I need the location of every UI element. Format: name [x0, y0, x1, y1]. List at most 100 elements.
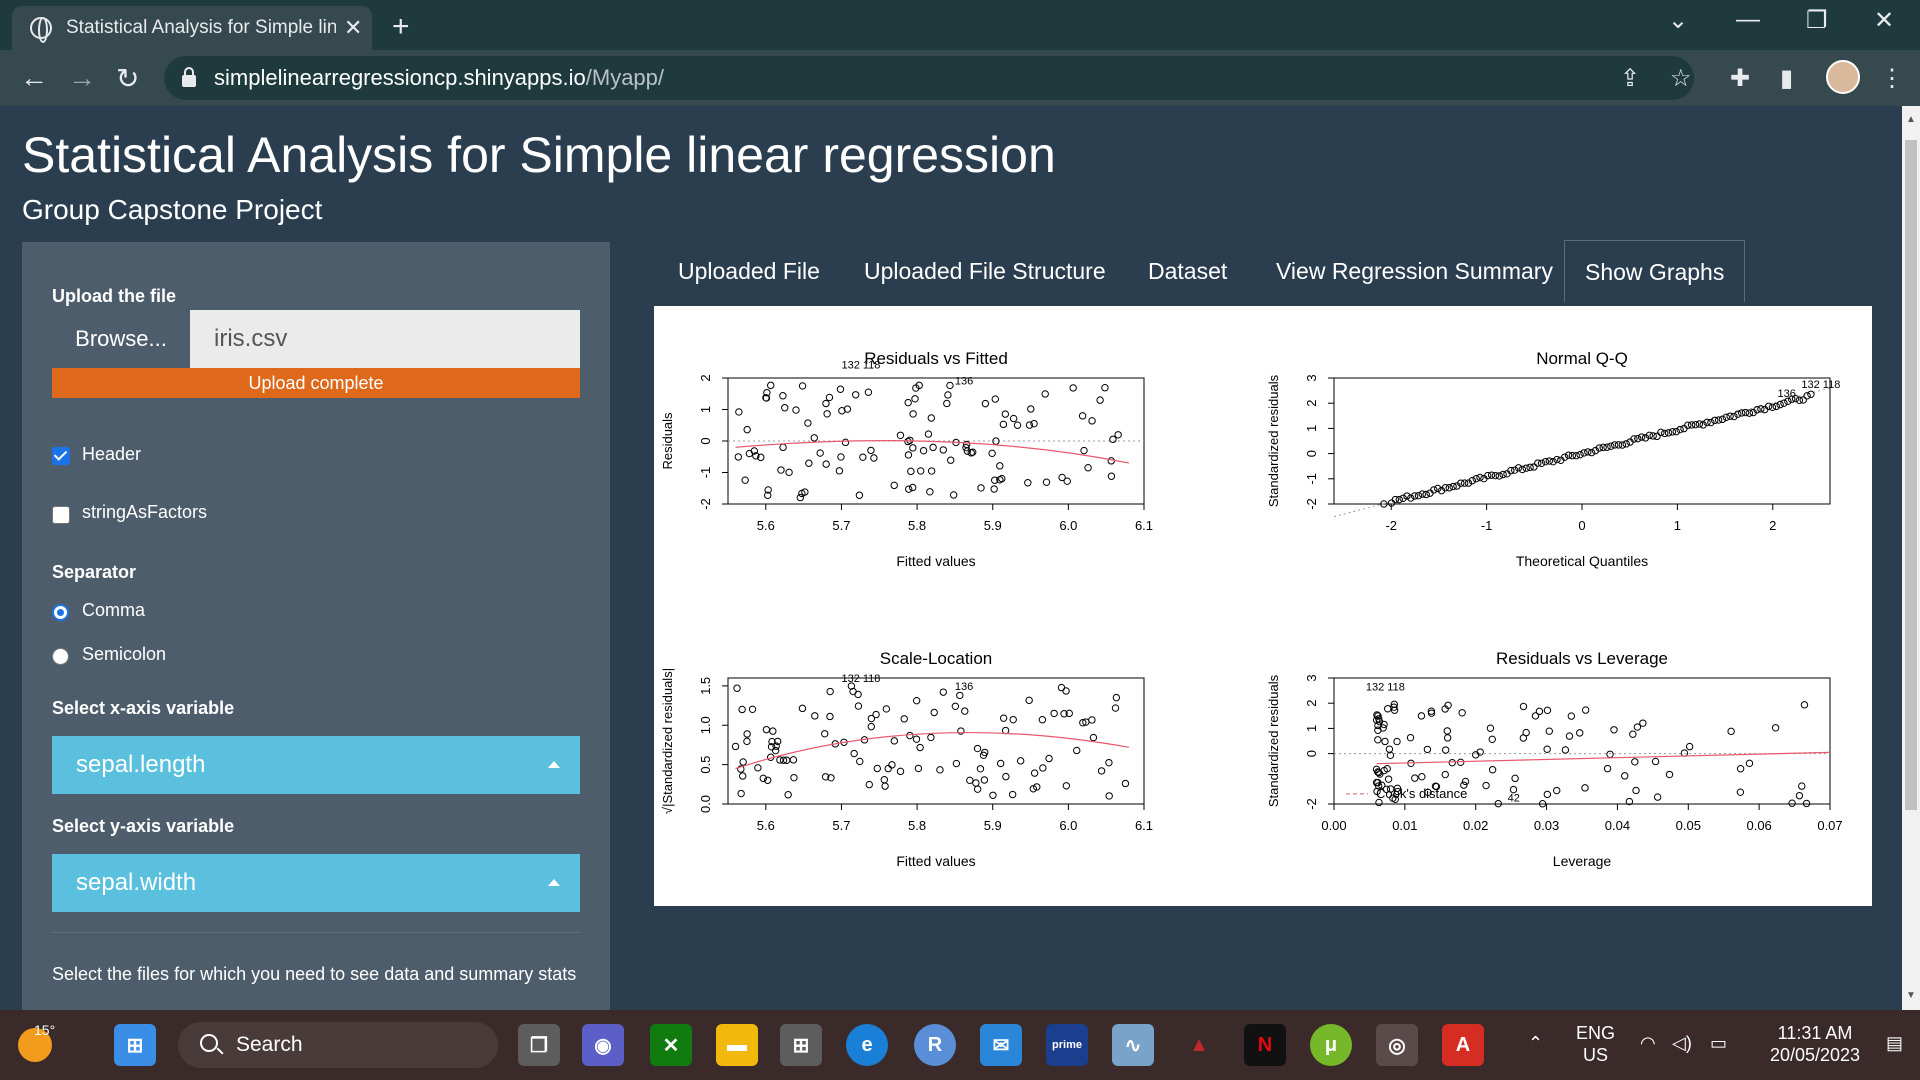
reload-button[interactable]: ↻ — [116, 62, 139, 95]
menu-kebab-icon[interactable]: ⋮ — [1880, 64, 1904, 93]
x-tick-label: -2 — [1385, 518, 1397, 533]
strings-as-factors-checkbox[interactable] — [52, 506, 70, 524]
outlier-label: 132 118 — [841, 360, 880, 372]
scroll-up-icon[interactable]: ▲ — [1906, 114, 1916, 125]
data-point — [1553, 786, 1561, 795]
data-point — [952, 759, 961, 768]
data-point — [1772, 402, 1780, 411]
extensions-icon[interactable]: ✚ — [1730, 64, 1750, 93]
tab-show-graphs[interactable]: Show Graphs — [1564, 240, 1746, 302]
tab-uploaded-file[interactable]: Uploaded File — [678, 240, 820, 302]
separator-label: Separator — [52, 562, 137, 582]
teams-chat-icon[interactable]: ◉ — [582, 1024, 624, 1066]
tab-dataset[interactable]: Dataset — [1148, 240, 1227, 302]
radio-semicolon[interactable] — [52, 648, 69, 665]
minimize-button[interactable]: — — [1736, 6, 1760, 34]
wifi-icon[interactable]: ◠ — [1640, 1032, 1656, 1054]
x-axis-value: sepal.length — [76, 751, 206, 778]
data-point — [1395, 495, 1403, 504]
browser-tab[interactable]: Statistical Analysis for Simple line ✕ — [12, 6, 372, 50]
data-point — [999, 714, 1008, 722]
y-tick-label: 1 — [698, 406, 713, 413]
file-explorer-icon[interactable]: ▬ — [716, 1024, 758, 1066]
tab-uploaded-file-structure[interactable]: Uploaded File Structure — [864, 240, 1106, 302]
data-point — [900, 715, 908, 723]
new-tab-button[interactable]: + — [392, 10, 410, 44]
microsoft-store-icon[interactable]: ⊞ — [780, 1024, 822, 1066]
data-point — [1411, 774, 1419, 782]
monitor-app-icon[interactable]: ∿ — [1112, 1024, 1154, 1066]
data-point — [1472, 474, 1480, 483]
data-point — [1069, 384, 1077, 392]
scroll-down-icon[interactable]: ▼ — [1906, 990, 1916, 1001]
data-point — [896, 431, 905, 439]
data-point — [1073, 746, 1081, 755]
data-point — [1443, 727, 1451, 735]
data-point — [980, 776, 989, 784]
data-point — [805, 459, 813, 467]
data-point — [735, 408, 743, 416]
page-scrollbar[interactable]: ▲ ▼ — [1902, 106, 1920, 1010]
close-tab-icon[interactable]: ✕ — [344, 15, 362, 41]
language-indicator[interactable]: ENG US — [1576, 1022, 1615, 1066]
y-tick-label: 1.5 — [698, 677, 713, 695]
close-window-button[interactable]: ✕ — [1874, 6, 1894, 35]
chrome-icon[interactable]: ◎ — [1376, 1024, 1418, 1066]
data-point — [1041, 390, 1049, 398]
x-axis-select[interactable]: sepal.length — [52, 736, 580, 794]
share-icon[interactable]: ⇪ — [1620, 64, 1640, 93]
profile-avatar[interactable] — [1826, 60, 1860, 94]
data-point — [836, 385, 845, 393]
task-view-icon[interactable]: ❐ — [518, 1024, 560, 1066]
restore-button[interactable]: ❐ — [1806, 6, 1828, 35]
taskbar-search[interactable]: Search — [178, 1022, 498, 1068]
data-point — [1718, 415, 1727, 424]
game-app-icon[interactable]: ▲ — [1178, 1024, 1220, 1066]
radio-comma[interactable] — [52, 604, 69, 621]
globe-icon — [30, 17, 52, 43]
y-axis-select[interactable]: sepal.width — [52, 854, 580, 912]
data-point — [1622, 440, 1630, 448]
edge-browser-icon[interactable]: e — [846, 1024, 888, 1066]
bookmark-star-icon[interactable]: ☆ — [1670, 64, 1692, 93]
data-point — [1025, 696, 1033, 705]
utorrent-icon[interactable]: μ — [1310, 1024, 1352, 1066]
plot-title: Normal Q-Q — [1536, 349, 1628, 368]
data-point — [1488, 766, 1497, 774]
start-menu-icon[interactable]: ⊞ — [114, 1024, 156, 1066]
browse-button[interactable]: Browse... — [52, 310, 190, 368]
data-point — [890, 481, 898, 490]
header-checkbox[interactable] — [52, 447, 70, 465]
tab-regression-summary[interactable]: View Regression Summary — [1276, 240, 1553, 302]
netflix-icon[interactable]: N — [1244, 1024, 1286, 1066]
acrobat-icon[interactable]: A — [1442, 1024, 1484, 1066]
mail-icon[interactable]: ✉ — [980, 1024, 1022, 1066]
notifications-icon[interactable]: ▤ — [1886, 1032, 1903, 1054]
back-button[interactable]: ← — [20, 62, 48, 94]
address-bar[interactable]: simplelinearregressioncp.shinyapps.io/My… — [164, 56, 1694, 100]
data-point — [884, 764, 892, 773]
battery-icon[interactable]: ▭ — [1710, 1032, 1727, 1054]
data-point — [743, 425, 751, 434]
tab-search-icon[interactable]: ⌄ — [1668, 6, 1688, 35]
data-point — [977, 484, 985, 492]
data-point — [949, 491, 958, 499]
side-panel-icon[interactable]: ▮ — [1780, 64, 1793, 93]
clock[interactable]: 11:31 AM 20/05/2023 — [1756, 1022, 1874, 1066]
show-hidden-icons[interactable]: ⌃ — [1528, 1032, 1543, 1054]
data-point — [1418, 772, 1426, 781]
prime-video-icon[interactable]: prime — [1046, 1024, 1088, 1066]
page-subtitle: Group Capstone Project — [22, 194, 323, 225]
x-tick-label: 0.05 — [1676, 818, 1701, 833]
date: 20/05/2023 — [1769, 1045, 1861, 1065]
r-app-icon[interactable]: R — [914, 1024, 956, 1066]
xbox-icon[interactable]: ✕ — [650, 1024, 692, 1066]
data-point — [1441, 746, 1450, 754]
file-name-field[interactable]: iris.csv — [190, 310, 580, 368]
scrollbar-thumb[interactable] — [1905, 140, 1917, 810]
volume-icon[interactable]: ◁) — [1672, 1032, 1692, 1054]
data-point — [1434, 484, 1442, 493]
forward-button[interactable]: → — [68, 62, 96, 94]
data-point — [748, 705, 757, 714]
data-point — [1441, 770, 1449, 779]
